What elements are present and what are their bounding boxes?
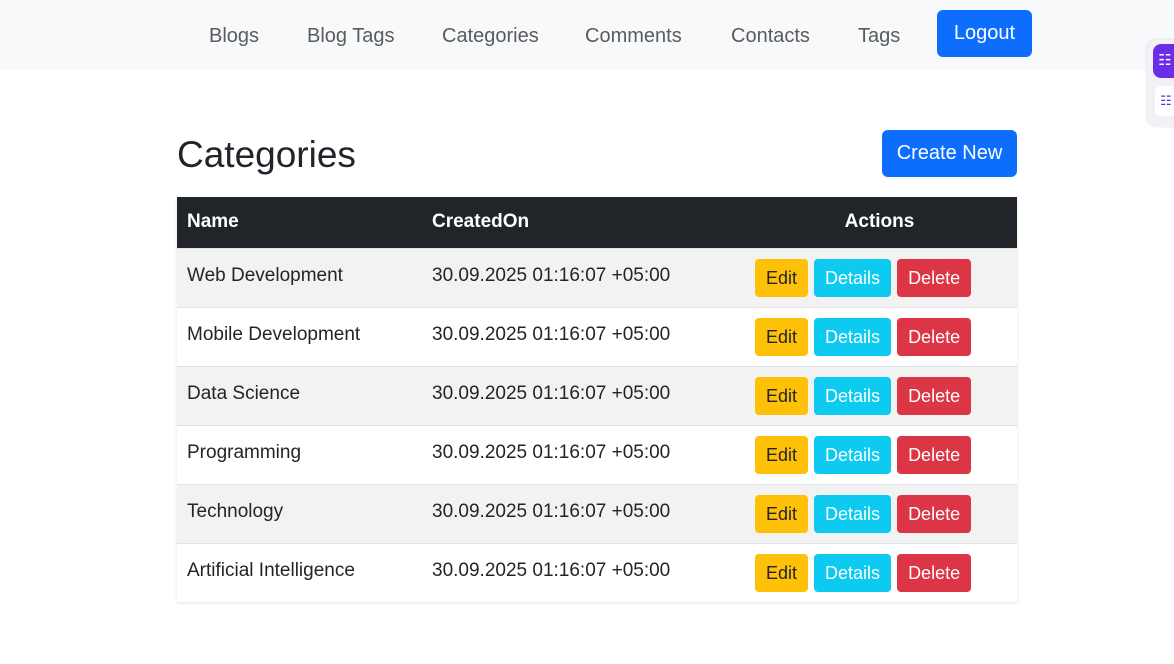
cell-created-on: 30.09.2025 01:16:07 +05:00 [422, 483, 742, 543]
categories-table: Name CreatedOn Actions Web Development 30… [177, 197, 1017, 602]
details-button[interactable]: Details [814, 258, 892, 297]
cell-actions: Edit Details Delete [742, 306, 1017, 366]
delete-button[interactable]: Delete [897, 494, 972, 533]
table-row: Web Development 30.09.2025 01:16:07 +05:0… [177, 247, 1017, 307]
table-header-row: Name CreatedOn Actions [177, 197, 1017, 248]
cell-name: Programming [177, 424, 422, 484]
edit-button[interactable]: Edit [755, 317, 809, 356]
table-row: Artificial Intelligence 30.09.2025 01:16:… [177, 542, 1017, 602]
delete-button[interactable]: Delete [897, 553, 972, 592]
translate-icon[interactable]: ☷ [1153, 44, 1174, 78]
table-row: Technology 30.09.2025 01:16:07 +05:00 Edit… [177, 483, 1017, 543]
column-header-name: Name [177, 197, 422, 248]
translate-ai-icon[interactable]: ☷ [1155, 86, 1174, 116]
nav-link-contacts[interactable]: Contacts [731, 22, 810, 50]
delete-button[interactable]: Delete [897, 376, 972, 415]
nav-link-blogs[interactable]: Blogs [209, 22, 259, 50]
cell-name: Artificial Intelligence [177, 542, 422, 602]
cell-actions: Edit Details Delete [742, 542, 1017, 602]
delete-button[interactable]: Delete [897, 317, 972, 356]
cell-created-on: 30.09.2025 01:16:07 +05:00 [422, 542, 742, 602]
cell-created-on: 30.09.2025 01:16:07 +05:00 [422, 365, 742, 425]
delete-button[interactable]: Delete [897, 258, 972, 297]
details-button[interactable]: Details [814, 494, 892, 533]
nav-link-comments[interactable]: Comments [585, 22, 682, 50]
edit-button[interactable]: Edit [755, 376, 809, 415]
details-button[interactable]: Details [814, 435, 892, 474]
page-title: Categories [177, 134, 356, 175]
cell-actions: Edit Details Delete [742, 483, 1017, 543]
cell-name: Mobile Development [177, 306, 422, 366]
cell-created-on: 30.09.2025 01:16:07 +05:00 [422, 247, 742, 307]
delete-button[interactable]: Delete [897, 435, 972, 474]
edit-button[interactable]: Edit [755, 258, 809, 297]
cell-actions: Edit Details Delete [742, 424, 1017, 484]
edit-button[interactable]: Edit [755, 494, 809, 533]
cell-created-on: 30.09.2025 01:16:07 +05:00 [422, 424, 742, 484]
edit-button[interactable]: Edit [755, 553, 809, 592]
nav-link-categories[interactable]: Categories [442, 22, 539, 50]
cell-name: Technology [177, 483, 422, 543]
details-button[interactable]: Details [814, 376, 892, 415]
table-row: Mobile Development 30.09.2025 01:16:07 +0… [177, 306, 1017, 366]
table-row: Programming 30.09.2025 01:16:07 +05:00 Edi… [177, 424, 1017, 484]
cell-actions: Edit Details Delete [742, 247, 1017, 307]
table-row: Data Science 30.09.2025 01:16:07 +05:00 Ed… [177, 365, 1017, 425]
cell-name: Data Science [177, 365, 422, 425]
details-button[interactable]: Details [814, 317, 892, 356]
top-navbar: Blogs Blog Tags Categories Comments Cont… [0, 0, 1174, 70]
table-body: Web Development 30.09.2025 01:16:07 +05:0… [177, 247, 1017, 602]
details-button[interactable]: Details [814, 553, 892, 592]
cell-actions: Edit Details Delete [742, 365, 1017, 425]
browser-extension-panel: ☷ ☷ [1147, 40, 1174, 126]
edit-button[interactable]: Edit [755, 435, 809, 474]
logout-button[interactable]: Logout [937, 10, 1032, 57]
cell-created-on: 30.09.2025 01:16:07 +05:00 [422, 306, 742, 366]
column-header-created-on: CreatedOn [422, 197, 742, 248]
create-new-button[interactable]: Create New [882, 130, 1017, 177]
cell-name: Web Development [177, 247, 422, 307]
column-header-actions: Actions [742, 197, 1017, 248]
nav-link-blog-tags[interactable]: Blog Tags [307, 22, 394, 50]
nav-link-tags[interactable]: Tags [858, 22, 900, 50]
